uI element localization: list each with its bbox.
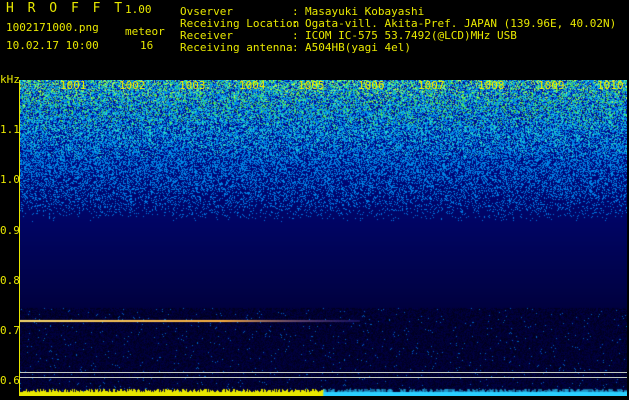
spectrogram-canvas	[20, 80, 627, 396]
minute-label: 1006	[358, 79, 385, 92]
freq-tick-label: 0.6	[0, 374, 20, 387]
freq-tick-label: 0.8	[0, 274, 20, 287]
reference-line	[20, 377, 627, 378]
freq-tick-label: 0.9	[0, 224, 20, 237]
freq-tick-label: 1.0	[0, 173, 20, 186]
freq-tick-label: 1.1	[0, 123, 20, 136]
minute-label: 1004	[239, 79, 266, 92]
app-version: 1.00	[125, 3, 152, 16]
freq-tick-label: 0.7	[0, 324, 20, 337]
minute-label: 1009	[538, 79, 565, 92]
hroft-screen: { "header": { "app_title": "H R O F F T"…	[0, 0, 629, 400]
minute-label: 1007	[418, 79, 445, 92]
info-value-antenna: A504HB(yagi 4el)	[305, 41, 411, 54]
reference-line	[20, 372, 627, 373]
meteor-label: meteor	[125, 25, 165, 38]
date-time: 10.02.17 10:00	[6, 39, 99, 52]
minute-label: 1008	[478, 79, 505, 92]
meteor-count: 16	[140, 39, 154, 52]
minute-label: 1003	[179, 79, 206, 92]
info-key-antenna: Receiving antenna	[180, 41, 293, 54]
info-sep: :	[292, 41, 299, 54]
app-title: H R O F F T	[6, 1, 126, 16]
minute-label: 1002	[119, 79, 146, 92]
spectrogram-plot	[20, 80, 627, 396]
minute-label: 1010	[597, 79, 624, 92]
file-name: 1002171000.png	[6, 21, 99, 34]
minute-label: 1001	[60, 79, 87, 92]
freq-unit-label: kHz	[0, 73, 20, 86]
minute-label: 1005	[298, 79, 325, 92]
